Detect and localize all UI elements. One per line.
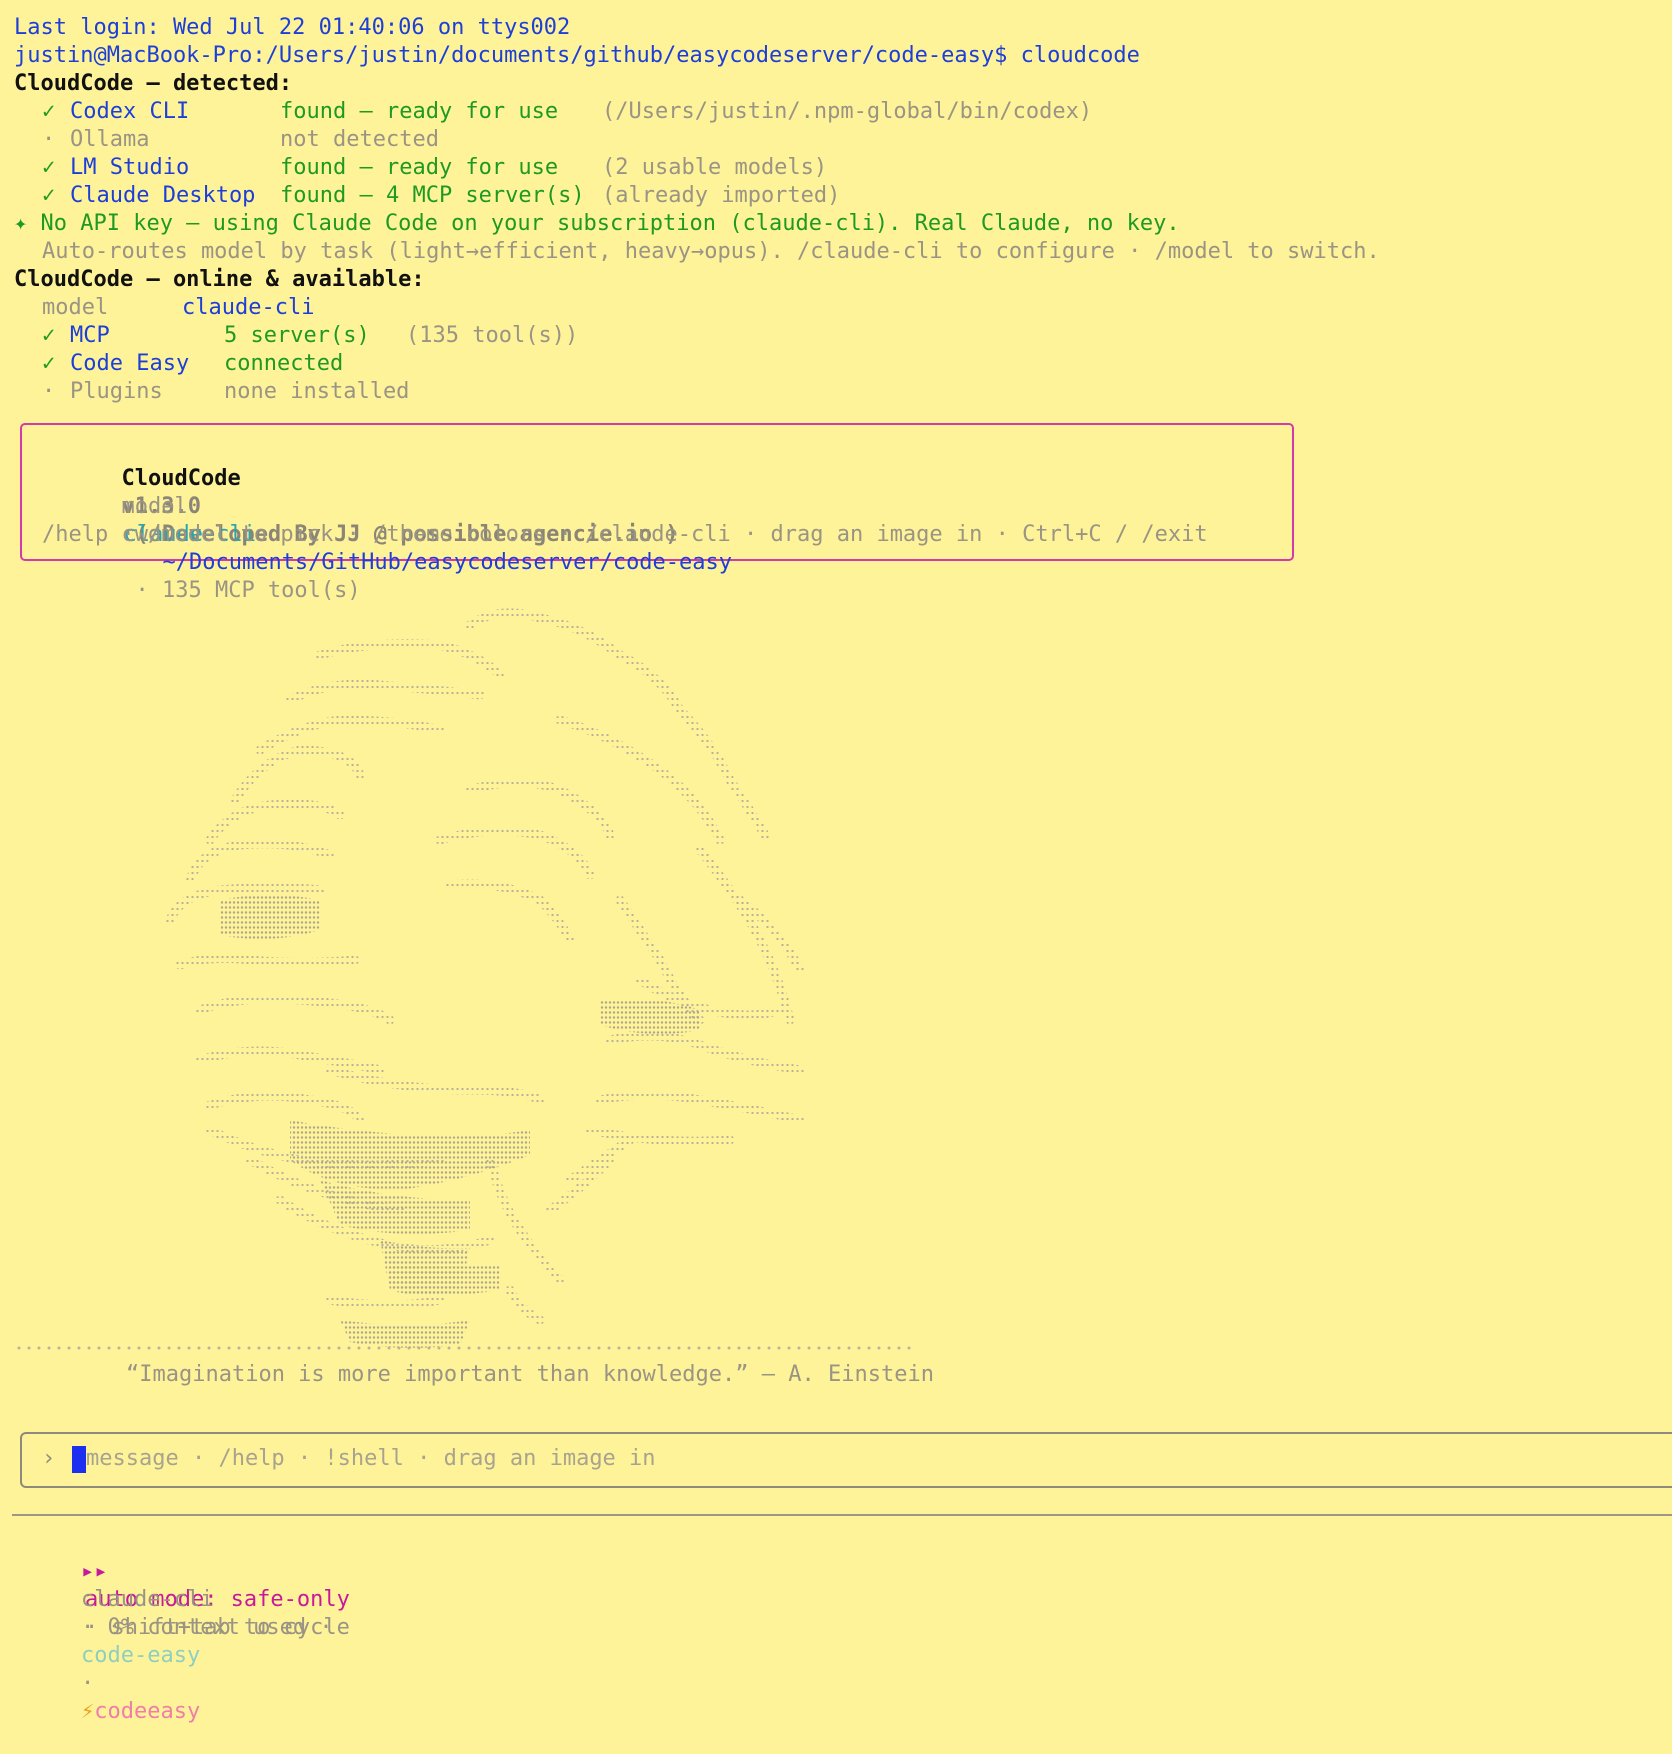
online-item: ✓ MCP 5 server(s) (135 tool(s)) xyxy=(14,322,814,350)
api-notice-line: ✦ No API key — using Claude Code on your… xyxy=(14,211,1180,236)
last-login-line: Last login: Wed Jul 22 01:40:06 on ttys0… xyxy=(14,15,571,40)
online-item-status: none installed xyxy=(224,379,410,404)
detected-heading: CloudCode — detected: xyxy=(14,71,293,96)
bolt-icon: ⚡ xyxy=(80,1699,95,1724)
detected-item: ✓ Claude Desktop found — 4 MCP server(s)… xyxy=(14,182,1314,210)
message-input[interactable]: › message · /help · !shell · drag an ima… xyxy=(20,1432,1672,1488)
online-item-detail: (135 tool(s)) xyxy=(406,323,579,348)
text-cursor xyxy=(72,1446,86,1473)
detected-item-detail: (/Users/justin/.npm-global/bin/codex) xyxy=(602,99,1093,124)
info-cwd-value: ~/Documents/GitHub/easycodeserver/code-e… xyxy=(162,550,733,575)
detected-item-name: Codex CLI xyxy=(70,99,190,124)
online-item-status: 5 server(s) xyxy=(224,323,370,348)
detected-item: ✓ LM Studio found — ready for use (2 usa… xyxy=(14,154,1314,182)
footer-context: · 0% context used · xyxy=(80,1615,333,1640)
detected-item-name: Ollama xyxy=(70,127,150,152)
footer-branch: codeeasy xyxy=(94,1699,201,1724)
footer-status-line: claude-cli · 0% context used · code-easy… xyxy=(28,1558,333,1724)
prompt-chevron-icon: › xyxy=(42,1446,56,1471)
check-icon: ✓ xyxy=(42,99,56,124)
portrait-art xyxy=(165,608,805,1348)
einstein-quote: “Imagination is more important than know… xyxy=(126,1362,934,1387)
online-model-label: model xyxy=(42,295,109,320)
online-item: ✓ Code Easy connected xyxy=(14,350,814,378)
online-item: · Plugins none installed xyxy=(14,378,814,406)
divider-dotted xyxy=(14,1344,912,1352)
detected-item-detail: (already imported) xyxy=(602,183,841,208)
online-item-status: connected xyxy=(224,351,344,376)
detected-item-status: found — ready for use xyxy=(280,99,559,124)
detected-item-status: found — ready for use xyxy=(280,155,559,180)
detected-item-name: Claude Desktop xyxy=(70,183,256,208)
footer-sep: · xyxy=(80,1671,95,1696)
check-icon: ✓ xyxy=(42,183,56,208)
detected-item-status: not detected xyxy=(280,127,439,152)
online-heading: CloudCode — online & available: xyxy=(14,267,425,292)
detected-item: · Ollama not detected xyxy=(14,126,1314,154)
footer-project: code-easy xyxy=(80,1643,201,1668)
detected-item: ✓ Codex CLI found — ready for use (/User… xyxy=(14,98,1314,126)
online-model-value: claude-cli xyxy=(182,295,315,320)
detected-item-status: found — 4 MCP server(s) xyxy=(280,183,585,208)
online-model-row: model claude-cli xyxy=(14,294,814,322)
status-divider xyxy=(12,1514,1672,1516)
info-model-row: model claude-cli xyxy=(42,465,255,547)
info-title-row: CloudCode v1.3.0 ( Developed By JJ @ pos… xyxy=(42,437,678,547)
input-placeholder: message · /help · !shell · drag an image… xyxy=(86,1446,656,1471)
online-item-name: MCP xyxy=(70,323,110,348)
bullet-icon: · xyxy=(42,127,56,152)
bullet-icon: · xyxy=(42,379,56,404)
auto-route-line: Auto-routes model by task (light→efficie… xyxy=(42,239,1380,264)
terminal-window: Last login: Wed Jul 22 01:40:06 on ttys0… xyxy=(0,0,1672,1724)
online-item-name: Code Easy xyxy=(70,351,190,376)
footer-model: claude-cli xyxy=(80,1587,214,1612)
check-icon: ✓ xyxy=(42,351,56,376)
info-cwd-row: cwd ~/Documents/GitHub/easycodeserver/co… xyxy=(42,493,732,603)
online-item-name: Plugins xyxy=(70,379,163,404)
info-hints-row: /help · /model to pick · /theme colors ·… xyxy=(42,522,1208,547)
einstein-ascii-art xyxy=(140,600,920,1360)
detected-item-detail: (2 usable models) xyxy=(602,155,828,180)
detected-item-name: LM Studio xyxy=(70,155,190,180)
info-box: CloudCode v1.3.0 ( Developed By JJ @ pos… xyxy=(20,423,1294,603)
check-icon: ✓ xyxy=(42,155,56,180)
mode-status-line: ▸▸ auto mode: safe-only · shift+tab to c… xyxy=(28,1530,350,1640)
shell-prompt-line: justin@MacBook-Pro:/Users/justin/documen… xyxy=(14,43,1140,68)
check-icon: ✓ xyxy=(42,323,56,348)
